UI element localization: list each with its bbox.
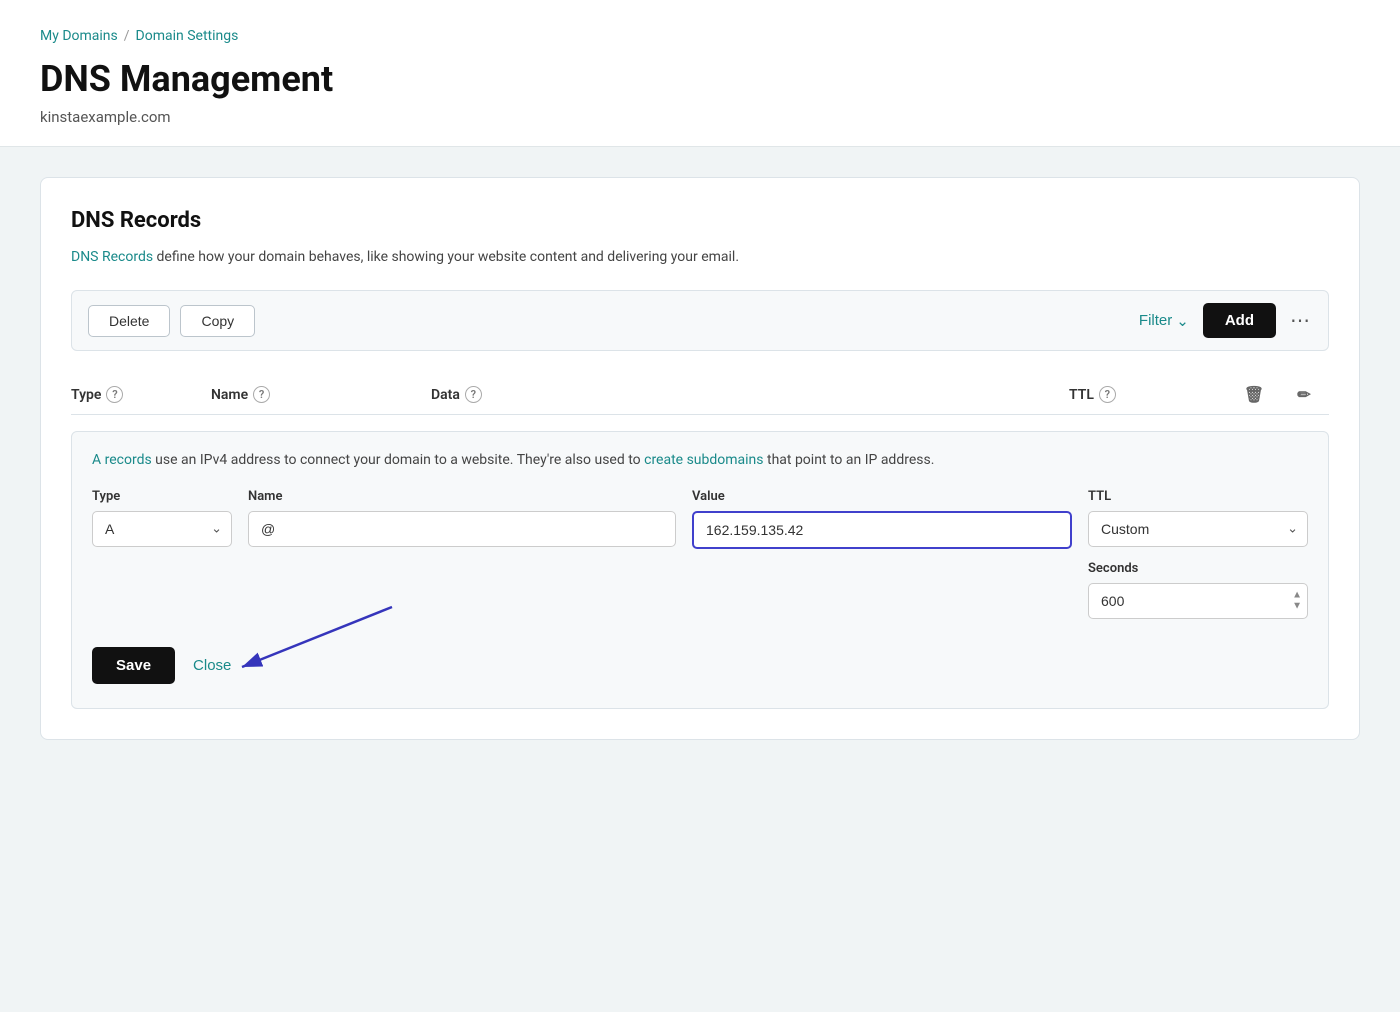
ttl-field-group: TTL Auto Custom 300 600 900 1800 3600 [1088, 489, 1308, 619]
edit-column-icon: ✏ [1297, 385, 1310, 404]
ttl-label: TTL [1088, 489, 1308, 504]
name-help-icon[interactable]: ? [253, 386, 270, 403]
value-label: Value [692, 489, 1072, 504]
add-button[interactable]: Add [1203, 303, 1276, 338]
col-delete: 🗑 [1229, 385, 1279, 404]
type-select[interactable]: A AAAA CNAME MX TXT NS SRV [92, 511, 232, 547]
type-field-group: Type A AAAA CNAME MX TXT NS SRV ⌄ [92, 489, 232, 547]
col-type: Type ? [71, 385, 211, 404]
copy-button[interactable]: Copy [180, 305, 255, 337]
arrow-svg [212, 587, 412, 677]
value-field-group: Value [692, 489, 1072, 549]
name-field-group: Name [248, 489, 676, 547]
card-description: DNS Records define how your domain behav… [71, 247, 1329, 268]
table-header: Type ? Name ? Data ? TTL ? 🗑 ✏ [71, 375, 1329, 415]
delete-button[interactable]: Delete [88, 305, 170, 337]
filter-button[interactable]: Filter ⌄ [1139, 312, 1189, 330]
form-actions: Save Close [92, 647, 1308, 684]
spinner-down-button[interactable]: ▼ [1292, 602, 1302, 612]
records-section: A records use an IPv4 address to connect… [71, 431, 1329, 709]
arrow-annotation [212, 587, 412, 681]
breadcrumb-my-domains[interactable]: My Domains [40, 28, 118, 44]
col-data: Data ? [431, 385, 1069, 404]
toolbar-right: Filter ⌄ Add ⋯ [1139, 303, 1312, 338]
more-options-button[interactable]: ⋯ [1290, 308, 1312, 333]
ttl-select[interactable]: Auto Custom 300 600 900 1800 3600 [1088, 511, 1308, 547]
ttl-select-group: TTL Auto Custom 300 600 900 1800 3600 [1088, 489, 1308, 547]
dns-records-link[interactable]: DNS Records [71, 249, 153, 265]
type-label: Type [92, 489, 232, 504]
card-title: DNS Records [71, 208, 1329, 233]
delete-column-icon: 🗑 [1244, 385, 1264, 404]
type-select-wrapper: A AAAA CNAME MX TXT NS SRV ⌄ [92, 511, 232, 547]
toolbar: Delete Copy Filter ⌄ Add ⋯ [71, 290, 1329, 351]
col-ttl: TTL ? [1069, 385, 1229, 404]
chevron-down-icon: ⌄ [1176, 312, 1189, 330]
value-input[interactable] [692, 511, 1072, 549]
name-input[interactable] [248, 511, 676, 547]
data-help-icon[interactable]: ? [465, 386, 482, 403]
create-subdomains-link[interactable]: create subdomains [644, 452, 763, 468]
save-button[interactable]: Save [92, 647, 175, 684]
breadcrumb-domain-settings[interactable]: Domain Settings [136, 28, 239, 44]
a-records-link[interactable]: A records [92, 452, 152, 468]
seconds-field-group: Seconds ▲ ▼ [1088, 561, 1308, 619]
page-title: DNS Management [40, 58, 1360, 100]
domain-name: kinstaexample.com [40, 108, 1360, 126]
col-name: Name ? [211, 385, 431, 404]
seconds-input[interactable] [1088, 583, 1308, 619]
ttl-select-wrapper: Auto Custom 300 600 900 1800 3600 ⌄ [1088, 511, 1308, 547]
spinner-buttons: ▲ ▼ [1292, 591, 1302, 612]
type-help-icon[interactable]: ? [106, 386, 123, 403]
spinner-up-button[interactable]: ▲ [1292, 591, 1302, 601]
seconds-input-wrapper: ▲ ▼ [1088, 583, 1308, 619]
breadcrumb: My Domains / Domain Settings [40, 28, 1360, 44]
records-description: A records use an IPv4 address to connect… [92, 450, 1308, 471]
name-label: Name [248, 489, 676, 504]
value-input-wrapper [692, 511, 1072, 549]
ttl-help-icon[interactable]: ? [1099, 386, 1116, 403]
col-edit: ✏ [1279, 385, 1329, 404]
breadcrumb-separator: / [124, 28, 130, 44]
dns-records-card: DNS Records DNS Records define how your … [40, 177, 1360, 740]
seconds-label: Seconds [1088, 561, 1308, 576]
